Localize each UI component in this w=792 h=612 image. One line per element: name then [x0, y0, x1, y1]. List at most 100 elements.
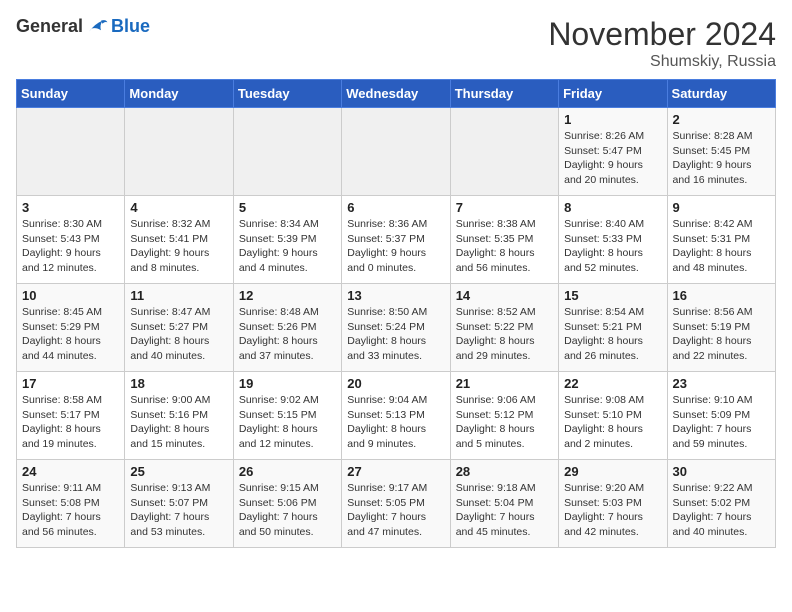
calendar-cell: 30 Sunrise: 9:22 AM Sunset: 5:02 PM Dayli… [667, 460, 775, 548]
day-info: Sunrise: 9:10 AM Sunset: 5:09 PM Dayligh… [673, 393, 770, 452]
day-number: 14 [456, 288, 553, 303]
day-number: 30 [673, 464, 770, 479]
calendar-cell: 5 Sunrise: 8:34 AM Sunset: 5:39 PM Daylig… [233, 196, 341, 284]
day-info: Sunrise: 9:22 AM Sunset: 5:02 PM Dayligh… [673, 481, 770, 540]
calendar-cell: 3 Sunrise: 8:30 AM Sunset: 5:43 PM Daylig… [17, 196, 125, 284]
day-number: 2 [673, 112, 770, 127]
calendar-cell: 11 Sunrise: 8:47 AM Sunset: 5:27 PM Dayli… [125, 284, 233, 372]
day-info: Sunrise: 9:11 AM Sunset: 5:08 PM Dayligh… [22, 481, 119, 540]
calendar-cell: 21 Sunrise: 9:06 AM Sunset: 5:12 PM Dayli… [450, 372, 558, 460]
day-info: Sunrise: 9:17 AM Sunset: 5:05 PM Dayligh… [347, 481, 444, 540]
calendar-cell: 24 Sunrise: 9:11 AM Sunset: 5:08 PM Dayli… [17, 460, 125, 548]
calendar-header-row: SundayMondayTuesdayWednesdayThursdayFrid… [17, 80, 776, 108]
calendar-week-row: 10 Sunrise: 8:45 AM Sunset: 5:29 PM Dayli… [17, 284, 776, 372]
day-info: Sunrise: 8:40 AM Sunset: 5:33 PM Dayligh… [564, 217, 661, 276]
calendar-table: SundayMondayTuesdayWednesdayThursdayFrid… [16, 79, 776, 548]
day-of-week-header: Sunday [17, 80, 125, 108]
day-number: 1 [564, 112, 661, 127]
day-number: 13 [347, 288, 444, 303]
day-number: 10 [22, 288, 119, 303]
day-number: 12 [239, 288, 336, 303]
day-info: Sunrise: 9:02 AM Sunset: 5:15 PM Dayligh… [239, 393, 336, 452]
calendar-cell: 22 Sunrise: 9:08 AM Sunset: 5:10 PM Dayli… [559, 372, 667, 460]
calendar-cell: 18 Sunrise: 9:00 AM Sunset: 5:16 PM Dayli… [125, 372, 233, 460]
day-info: Sunrise: 8:50 AM Sunset: 5:24 PM Dayligh… [347, 305, 444, 364]
day-info: Sunrise: 8:38 AM Sunset: 5:35 PM Dayligh… [456, 217, 553, 276]
header: General Blue November 2024 Shumskiy, Rus… [16, 16, 776, 71]
calendar-cell: 1 Sunrise: 8:26 AM Sunset: 5:47 PM Daylig… [559, 108, 667, 196]
calendar-cell: 19 Sunrise: 9:02 AM Sunset: 5:15 PM Dayli… [233, 372, 341, 460]
day-number: 29 [564, 464, 661, 479]
day-number: 9 [673, 200, 770, 215]
day-of-week-header: Tuesday [233, 80, 341, 108]
calendar-cell: 27 Sunrise: 9:17 AM Sunset: 5:05 PM Dayli… [342, 460, 450, 548]
calendar-cell: 15 Sunrise: 8:54 AM Sunset: 5:21 PM Dayli… [559, 284, 667, 372]
month-title: November 2024 [548, 16, 776, 53]
calendar-cell [233, 108, 341, 196]
logo: General Blue [16, 16, 150, 37]
day-info: Sunrise: 8:45 AM Sunset: 5:29 PM Dayligh… [22, 305, 119, 364]
day-of-week-header: Saturday [667, 80, 775, 108]
calendar-cell: 17 Sunrise: 8:58 AM Sunset: 5:17 PM Dayli… [17, 372, 125, 460]
day-info: Sunrise: 8:32 AM Sunset: 5:41 PM Dayligh… [130, 217, 227, 276]
day-info: Sunrise: 9:13 AM Sunset: 5:07 PM Dayligh… [130, 481, 227, 540]
calendar-cell: 26Sunrise: 9:15 AM Sunset: 5:06 PM Dayli… [233, 460, 341, 548]
calendar-cell [17, 108, 125, 196]
day-number: 5 [239, 200, 336, 215]
logo-bird-icon [85, 17, 109, 37]
calendar-cell: 25 Sunrise: 9:13 AM Sunset: 5:07 PM Dayli… [125, 460, 233, 548]
day-number: 18 [130, 376, 227, 391]
day-info: Sunrise: 9:18 AM Sunset: 5:04 PM Dayligh… [456, 481, 553, 540]
calendar-cell [450, 108, 558, 196]
day-number: 22 [564, 376, 661, 391]
day-info: Sunrise: 9:15 AM Sunset: 5:06 PM Dayligh… [239, 481, 336, 540]
location-title: Shumskiy, Russia [548, 53, 776, 71]
day-info: Sunrise: 9:00 AM Sunset: 5:16 PM Dayligh… [130, 393, 227, 452]
day-info: Sunrise: 9:06 AM Sunset: 5:12 PM Dayligh… [456, 393, 553, 452]
day-info: Sunrise: 8:54 AM Sunset: 5:21 PM Dayligh… [564, 305, 661, 364]
day-info: Sunrise: 9:20 AM Sunset: 5:03 PM Dayligh… [564, 481, 661, 540]
day-number: 27 [347, 464, 444, 479]
day-of-week-header: Friday [559, 80, 667, 108]
calendar-cell: 20 Sunrise: 9:04 AM Sunset: 5:13 PM Dayli… [342, 372, 450, 460]
calendar-cell: 28 Sunrise: 9:18 AM Sunset: 5:04 PM Dayli… [450, 460, 558, 548]
day-number: 6 [347, 200, 444, 215]
day-info: Sunrise: 8:26 AM Sunset: 5:47 PM Dayligh… [564, 129, 661, 188]
day-number: 24 [22, 464, 119, 479]
day-number: 23 [673, 376, 770, 391]
day-number: 16 [673, 288, 770, 303]
calendar-week-row: 24 Sunrise: 9:11 AM Sunset: 5:08 PM Dayli… [17, 460, 776, 548]
day-info: Sunrise: 9:08 AM Sunset: 5:10 PM Dayligh… [564, 393, 661, 452]
day-info: Sunrise: 8:28 AM Sunset: 5:45 PM Dayligh… [673, 129, 770, 188]
day-number: 4 [130, 200, 227, 215]
day-number: 20 [347, 376, 444, 391]
calendar-cell: 6Sunrise: 8:36 AM Sunset: 5:37 PM Daylig… [342, 196, 450, 284]
day-info: Sunrise: 8:34 AM Sunset: 5:39 PM Dayligh… [239, 217, 336, 276]
day-number: 8 [564, 200, 661, 215]
calendar-cell: 4 Sunrise: 8:32 AM Sunset: 5:41 PM Daylig… [125, 196, 233, 284]
calendar-cell: 12Sunrise: 8:48 AM Sunset: 5:26 PM Dayli… [233, 284, 341, 372]
calendar-cell: 9Sunrise: 8:42 AM Sunset: 5:31 PM Daylig… [667, 196, 775, 284]
day-info: Sunrise: 8:58 AM Sunset: 5:17 PM Dayligh… [22, 393, 119, 452]
day-number: 25 [130, 464, 227, 479]
calendar-cell: 16Sunrise: 8:56 AM Sunset: 5:19 PM Dayli… [667, 284, 775, 372]
day-number: 17 [22, 376, 119, 391]
day-of-week-header: Wednesday [342, 80, 450, 108]
calendar-week-row: 1 Sunrise: 8:26 AM Sunset: 5:47 PM Daylig… [17, 108, 776, 196]
day-number: 15 [564, 288, 661, 303]
day-info: Sunrise: 9:04 AM Sunset: 5:13 PM Dayligh… [347, 393, 444, 452]
day-number: 3 [22, 200, 119, 215]
day-number: 28 [456, 464, 553, 479]
day-of-week-header: Monday [125, 80, 233, 108]
day-number: 21 [456, 376, 553, 391]
calendar-cell: 10 Sunrise: 8:45 AM Sunset: 5:29 PM Dayli… [17, 284, 125, 372]
calendar-cell [125, 108, 233, 196]
calendar-week-row: 3 Sunrise: 8:30 AM Sunset: 5:43 PM Daylig… [17, 196, 776, 284]
calendar-cell: 29 Sunrise: 9:20 AM Sunset: 5:03 PM Dayli… [559, 460, 667, 548]
day-number: 7 [456, 200, 553, 215]
day-number: 19 [239, 376, 336, 391]
day-info: Sunrise: 8:47 AM Sunset: 5:27 PM Dayligh… [130, 305, 227, 364]
logo-general-text: General [16, 16, 83, 37]
day-info: Sunrise: 8:30 AM Sunset: 5:43 PM Dayligh… [22, 217, 119, 276]
day-number: 11 [130, 288, 227, 303]
